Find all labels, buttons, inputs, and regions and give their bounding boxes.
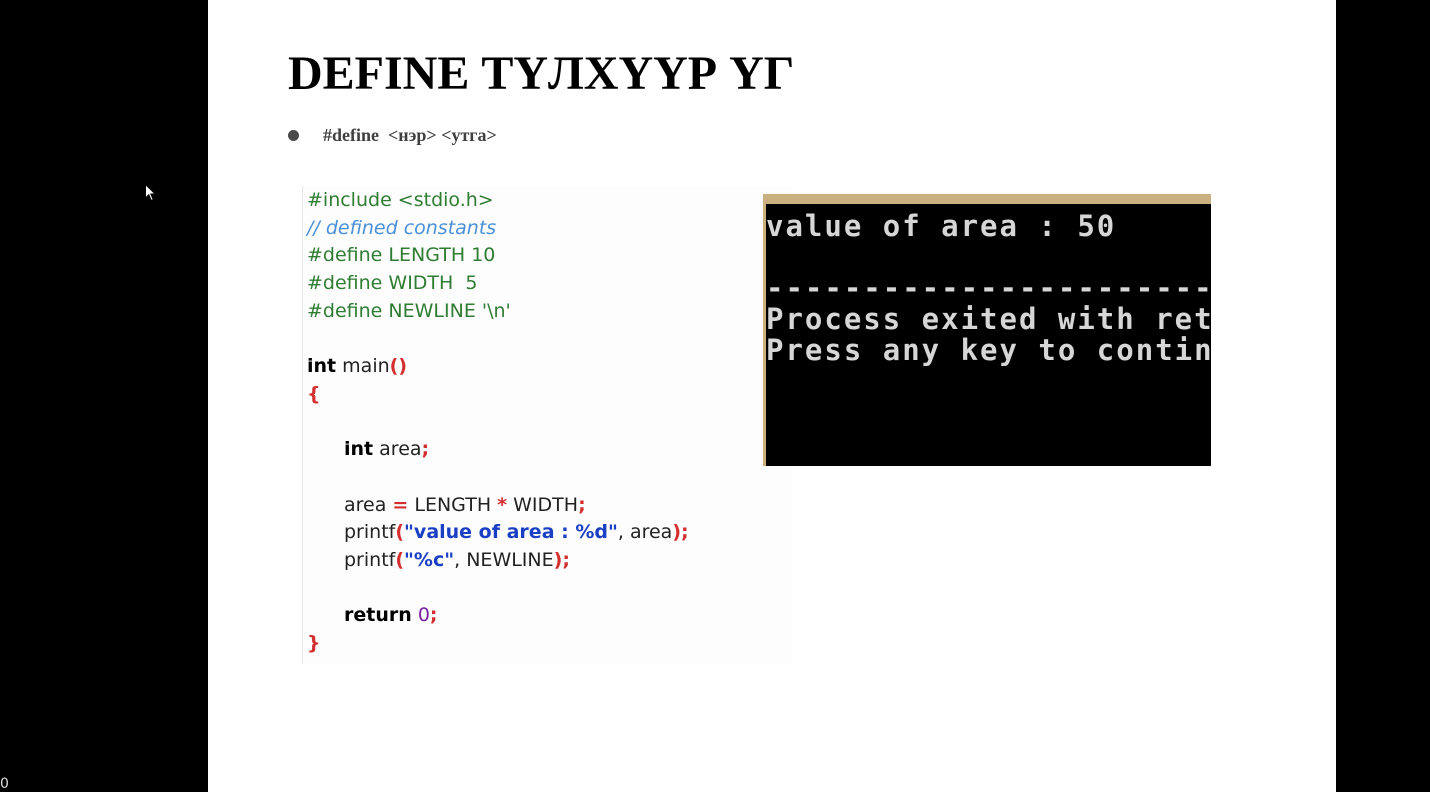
code-line: #define WIDTH 5 xyxy=(307,270,792,298)
define-name-arg: <нэр> xyxy=(388,124,437,145)
code-line: #define LENGTH 10 xyxy=(307,242,792,270)
type-keyword: int xyxy=(307,355,337,378)
semicolon: ; xyxy=(681,521,689,544)
return-value: 0 xyxy=(417,604,430,627)
slide-title: DEFINE ТҮЛХҮҮР ҮГ xyxy=(288,47,795,100)
printf-call: printf xyxy=(344,548,396,571)
code-line: #define NEWLINE '\n' xyxy=(307,298,792,326)
define-value-arg: <утга> xyxy=(441,124,497,145)
semicolon: ; xyxy=(562,548,570,571)
console-output-screenshot: value of area : 50 ---------------------… xyxy=(763,194,1211,466)
define-width: #define WIDTH 5 xyxy=(307,272,478,295)
define-newline: #define NEWLINE '\n' xyxy=(307,299,511,322)
printf-call: printf xyxy=(344,521,396,544)
code-line: { xyxy=(307,381,792,409)
open-paren: ( xyxy=(395,521,405,544)
code-line: int main() xyxy=(307,353,792,381)
code-line: } xyxy=(307,630,792,658)
close-brace: } xyxy=(307,632,321,654)
semicolon: ; xyxy=(429,604,438,627)
type-keyword: int xyxy=(344,438,374,461)
code-listing: #include <stdio.h> // defined constants … xyxy=(302,186,792,664)
bullet-dot-icon xyxy=(288,129,299,141)
define-keyword: #define xyxy=(323,124,379,145)
console-line-press-key: Press any key to continue . . . xyxy=(766,333,1211,367)
function-name: main xyxy=(336,355,390,378)
console-line-process-exit: Process exited with return value 0 xyxy=(766,302,1211,336)
variable-name: area xyxy=(373,438,422,461)
return-keyword: return xyxy=(344,604,412,627)
printf-args: , area xyxy=(617,521,673,544)
code-line: area = LENGTH * WIDTH; xyxy=(307,492,792,520)
bullet-define-syntax: #define <нэр> <утга> xyxy=(288,123,497,147)
include-directive: #include <stdio.h> xyxy=(307,189,494,211)
semicolon: ; xyxy=(421,438,430,461)
open-paren: ( xyxy=(395,548,405,571)
code-line: // defined constants xyxy=(307,215,792,243)
format-string: "%c" xyxy=(404,548,455,571)
console-line-output: value of area : 50 xyxy=(766,209,1117,243)
code-comment: // defined constants xyxy=(307,216,497,239)
code-line: printf("value of area : %d", area); xyxy=(307,519,792,547)
close-paren: ) xyxy=(672,521,682,544)
assign-lhs: area xyxy=(344,493,393,516)
console-line-separator: -------------------------------- xyxy=(766,271,1211,305)
slide: DEFINE ТҮЛХҮҮР ҮГ #define <нэр> <утга> #… xyxy=(208,0,1336,792)
define-length: #define LENGTH 10 xyxy=(307,244,496,267)
assign-operator: = xyxy=(392,493,409,516)
parens: () xyxy=(389,355,408,378)
code-line: return 0; xyxy=(307,602,792,630)
multiply-operator: * xyxy=(497,493,508,516)
printf-args: , NEWLINE xyxy=(454,548,554,571)
code-line: printf("%c", NEWLINE); xyxy=(307,547,792,575)
open-brace: { xyxy=(307,382,321,405)
semicolon: ; xyxy=(578,493,586,516)
operand-length: LENGTH xyxy=(408,493,498,516)
mouse-pointer-icon xyxy=(145,184,156,202)
format-string: "value of area : %d" xyxy=(404,521,618,544)
presentation-viewer: DEFINE ТҮЛХҮҮР ҮГ #define <нэр> <утга> #… xyxy=(0,0,1430,792)
viewer-corner-text: 0 xyxy=(0,776,9,792)
code-line: int area; xyxy=(307,436,792,464)
operand-width: WIDTH xyxy=(507,493,579,516)
code-line: #include <stdio.h> xyxy=(307,187,792,215)
